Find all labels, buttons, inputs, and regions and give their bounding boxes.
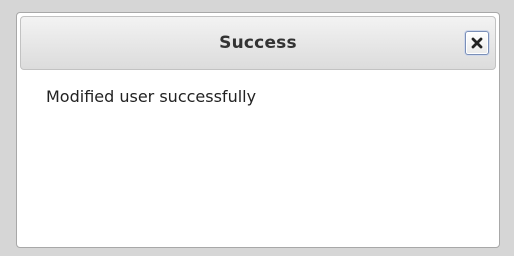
- dialog-title: Success: [219, 33, 297, 53]
- close-button[interactable]: [465, 31, 489, 55]
- success-dialog: Success Modified user successfully: [16, 12, 500, 248]
- dialog-body: Modified user successfully: [20, 70, 496, 106]
- close-icon: [471, 37, 483, 49]
- dialog-message: Modified user successfully: [46, 87, 257, 106]
- dialog-titlebar[interactable]: Success: [20, 16, 496, 70]
